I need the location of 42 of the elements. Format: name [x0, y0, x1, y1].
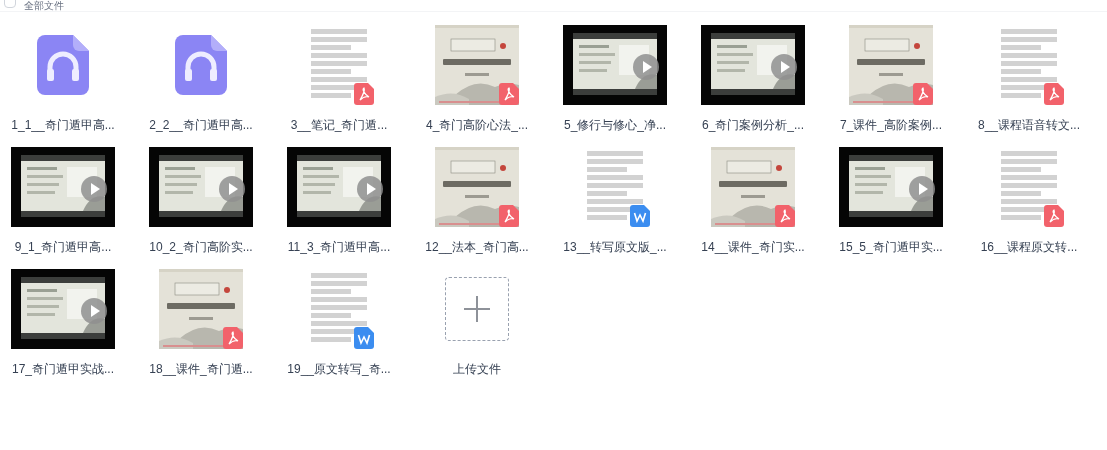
plus-icon [464, 296, 490, 322]
file-name[interactable]: 19__原文转写_奇... [287, 361, 391, 377]
file-name[interactable]: 1_1__奇门遁甲高... [11, 117, 115, 133]
audio-file-icon [175, 35, 227, 95]
file-name[interactable]: 15_5_奇门遁甲实... [839, 239, 943, 255]
audio-file-icon [37, 35, 89, 95]
play-icon[interactable] [633, 54, 659, 80]
file-name[interactable]: 11_3_奇门遁甲高... [287, 239, 391, 255]
file-name[interactable]: 8__课程语音转文... [978, 117, 1080, 133]
file-name[interactable]: 5_修行与修心_净... [564, 117, 666, 133]
pdf-icon [223, 327, 243, 349]
pdf-icon [913, 83, 933, 105]
folder-title: 全部文件 [24, 0, 64, 11]
play-icon[interactable] [771, 54, 797, 80]
play-icon[interactable] [909, 176, 935, 202]
file-name[interactable]: 17_奇门遁甲实战... [12, 361, 114, 377]
pdf-icon [1044, 83, 1064, 105]
play-icon[interactable] [357, 176, 383, 202]
pdf-icon [354, 83, 374, 105]
play-icon[interactable] [81, 298, 107, 324]
file-name[interactable]: 6_奇门案例分析_... [702, 117, 804, 133]
upload-button[interactable] [445, 277, 509, 341]
file-name[interactable]: 12__法本_奇门高... [425, 239, 529, 255]
file-name[interactable]: 3__笔记_奇门遁... [290, 117, 388, 133]
file-name[interactable]: 13__转写原文版_... [563, 239, 667, 255]
play-icon[interactable] [81, 176, 107, 202]
file-name[interactable]: 10_2_奇门高阶实... [149, 239, 253, 255]
word-icon [354, 327, 374, 349]
file-name[interactable]: 上传文件 [453, 361, 501, 377]
pdf-icon [499, 83, 519, 105]
word-icon [630, 205, 650, 227]
file-name[interactable]: 4_奇门高阶心法_... [426, 117, 528, 133]
file-name[interactable]: 18__课件_奇门遁... [149, 361, 253, 377]
file-name[interactable]: 2_2__奇门遁甲高... [149, 117, 253, 133]
pdf-icon [499, 205, 519, 227]
pdf-icon [1044, 205, 1064, 227]
play-icon[interactable] [219, 176, 245, 202]
pdf-icon [775, 205, 795, 227]
file-name[interactable]: 9_1_奇门遁甲高... [14, 239, 112, 255]
file-name[interactable]: 7_课件_高阶案例... [840, 117, 942, 133]
file-name[interactable]: 14__课件_奇门实... [701, 239, 805, 255]
file-name[interactable]: 16__课程原文转... [980, 239, 1078, 255]
